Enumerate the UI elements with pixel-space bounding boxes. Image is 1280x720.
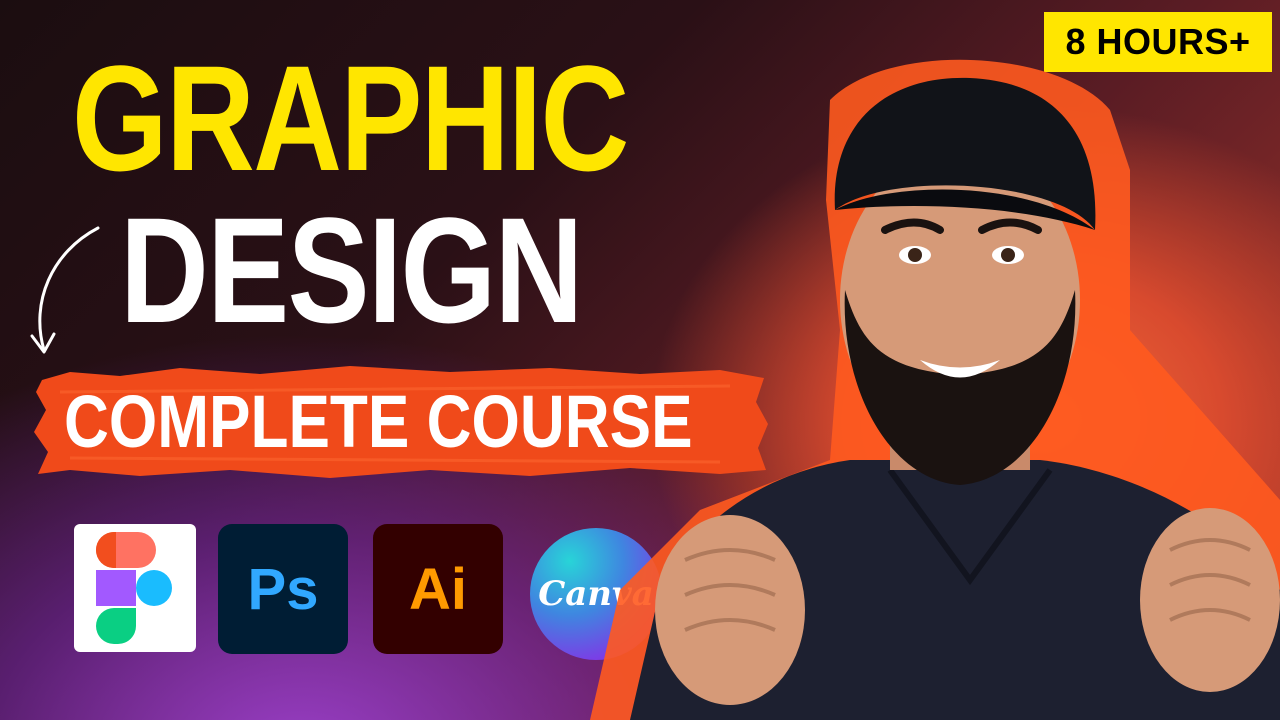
photoshop-label: Ps (247, 556, 319, 622)
illustrator-label: Ai (409, 556, 467, 622)
curved-arrow-icon (30, 226, 100, 354)
title-graphic: GRAPHIC (72, 34, 629, 202)
photoshop-icon: Ps (218, 524, 348, 654)
subtitle-complete-course: COMPLETE COURSE (64, 380, 693, 463)
presenter-photo (590, 59, 1280, 720)
illustrator-icon: Ai (373, 524, 503, 654)
figma-icon (74, 524, 196, 652)
title-design: DESIGN (120, 186, 583, 354)
